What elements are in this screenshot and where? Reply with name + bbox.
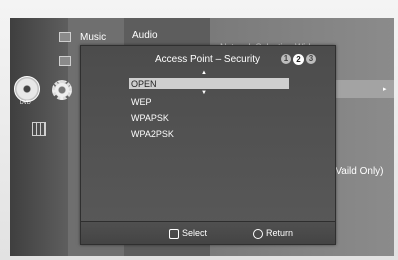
security-option-open[interactable]: OPEN bbox=[131, 79, 157, 89]
step-1: 1 bbox=[281, 54, 291, 64]
step-3: 3 bbox=[306, 54, 316, 64]
chevron-right-icon: ▸ bbox=[383, 86, 387, 93]
globe-icon[interactable] bbox=[32, 122, 46, 136]
step-indicator: 1 2 3 bbox=[281, 54, 316, 65]
return-button[interactable]: Return bbox=[253, 228, 293, 239]
access-point-security-dialog: Access Point – Security 1 2 3 ▲ OPEN ▼ W… bbox=[80, 45, 336, 245]
security-option-wpa2psk[interactable]: WPA2PSK bbox=[131, 129, 174, 139]
security-option-wpapsk[interactable]: WPAPSK bbox=[131, 113, 169, 123]
scroll-down-icon[interactable]: ▼ bbox=[201, 90, 207, 96]
enter-icon bbox=[169, 228, 179, 239]
dialog-footer: Select Return bbox=[81, 221, 335, 244]
disc-icon[interactable] bbox=[14, 76, 40, 102]
dialog-header: Access Point – Security 1 2 3 bbox=[81, 52, 335, 68]
category-music[interactable]: Music bbox=[80, 32, 106, 43]
scroll-up-icon[interactable]: ▲ bbox=[201, 70, 207, 76]
gear-icon[interactable] bbox=[52, 80, 72, 100]
category-audio[interactable]: Audio bbox=[132, 30, 158, 41]
dialog-title: Access Point – Security bbox=[155, 54, 261, 65]
select-label: Select bbox=[182, 228, 208, 238]
select-button[interactable]: Select bbox=[169, 228, 207, 239]
dvd-label: DVD bbox=[20, 100, 31, 106]
return-label: Return bbox=[266, 228, 294, 238]
left-icon-column bbox=[10, 18, 68, 256]
photo-icon bbox=[59, 56, 71, 66]
music-icon bbox=[59, 32, 71, 42]
return-icon bbox=[253, 228, 263, 239]
security-option-wep[interactable]: WEP bbox=[131, 97, 152, 107]
step-2: 2 bbox=[293, 54, 304, 65]
bg-vaild-only: (Vaild Only) bbox=[332, 166, 384, 177]
